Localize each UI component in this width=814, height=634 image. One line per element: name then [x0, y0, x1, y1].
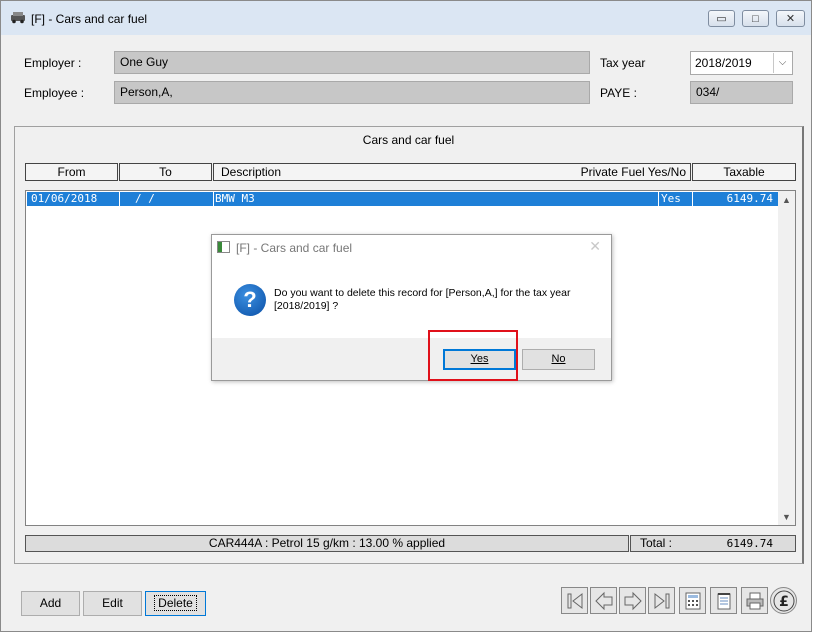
minimize-icon: ▭: [716, 13, 727, 25]
title-bar: [F] - Cars and car fuel ▭ □ ✕: [1, 1, 811, 35]
first-icon: [567, 592, 582, 609]
currency-button[interactable]: £: [770, 587, 797, 614]
edit-button[interactable]: Edit: [83, 591, 142, 616]
paye-field: 034/: [690, 81, 793, 104]
calculator-button[interactable]: [679, 587, 706, 614]
row-private-fuel: Yes: [661, 192, 681, 205]
total-value: 6149.74: [726, 537, 773, 550]
delete-button[interactable]: Delete: [145, 591, 206, 616]
row-taxable: 6149.74: [726, 192, 773, 205]
tax-year-select[interactable]: 2018/2019 ⌵: [690, 51, 793, 75]
vertical-scrollbar[interactable]: ▲ ▼: [778, 191, 795, 525]
dialog-title: [F] - Cars and car fuel: [236, 241, 353, 255]
column-header-to[interactable]: To: [119, 163, 212, 181]
prev-icon: [594, 591, 612, 610]
dialog-message: Do you want to delete this record for [P…: [274, 287, 571, 312]
window-title: [F] - Cars and car fuel: [31, 12, 148, 26]
no-button[interactable]: No: [522, 349, 595, 370]
next-record-button[interactable]: [619, 587, 646, 614]
maximize-icon: □: [752, 12, 759, 25]
scroll-up-icon[interactable]: ▲: [778, 191, 795, 208]
confirm-dialog: [F] - Cars and car fuel ✕ ? Do you want …: [211, 234, 612, 381]
svg-text:£: £: [779, 594, 789, 610]
notepad-icon: [717, 592, 730, 609]
add-button[interactable]: Add: [21, 591, 80, 616]
scroll-down-icon[interactable]: ▼: [778, 508, 795, 525]
tax-year-label: Tax year: [600, 56, 646, 70]
car-icon: [11, 12, 25, 24]
pound-icon: £: [773, 590, 794, 611]
employer-label: Employer :: [24, 56, 82, 70]
vehicle-status: CAR444A : Petrol 15 g/km : 13.00 % appli…: [25, 535, 629, 552]
last-icon: [654, 592, 669, 609]
notes-button[interactable]: [710, 587, 737, 614]
column-header-description[interactable]: Description Private Fuel Yes/No: [213, 163, 691, 181]
close-icon: ✕: [785, 13, 796, 25]
calculator-icon: [685, 592, 700, 609]
total-box: Total : 6149.74: [630, 535, 796, 552]
employee-field: Person,A,: [114, 81, 590, 104]
dialog-close-icon[interactable]: ✕: [589, 238, 601, 255]
last-record-button[interactable]: [648, 587, 675, 614]
employer-field: One Guy: [114, 51, 590, 74]
no-button-label: No: [551, 353, 566, 365]
tax-year-value: 2018/2019: [695, 56, 752, 70]
print-button[interactable]: [741, 587, 768, 614]
private-fuel-header-label: Private Fuel Yes/No: [580, 165, 686, 179]
highlight-box: [428, 330, 518, 381]
total-label: Total :: [640, 536, 673, 550]
row-from: 01/06/2018: [31, 192, 98, 205]
chevron-down-icon[interactable]: ⌵: [773, 53, 791, 73]
table-row[interactable]: 01/06/2018 / / BMW M3 Yes 6149.74: [27, 192, 779, 206]
paye-label: PAYE :: [600, 86, 637, 100]
delete-button-label: Delete: [154, 595, 197, 611]
column-header-taxable[interactable]: Taxable: [692, 163, 796, 181]
close-button[interactable]: ✕: [776, 10, 805, 27]
next-icon: [624, 591, 642, 610]
employee-label: Employee :: [24, 86, 85, 100]
first-record-button[interactable]: [561, 587, 588, 614]
row-to: / /: [135, 192, 155, 205]
panel-title: Cars and car fuel: [362, 133, 455, 147]
app-window-icon: [217, 241, 230, 253]
print-icon: [746, 592, 763, 609]
previous-record-button[interactable]: [590, 587, 617, 614]
description-header-label: Description: [221, 165, 282, 179]
maximize-button[interactable]: □: [742, 10, 769, 27]
minimize-button[interactable]: ▭: [708, 10, 735, 27]
question-icon: ?: [234, 284, 266, 316]
column-header-from[interactable]: From: [25, 163, 118, 181]
row-description: BMW M3: [215, 192, 255, 205]
